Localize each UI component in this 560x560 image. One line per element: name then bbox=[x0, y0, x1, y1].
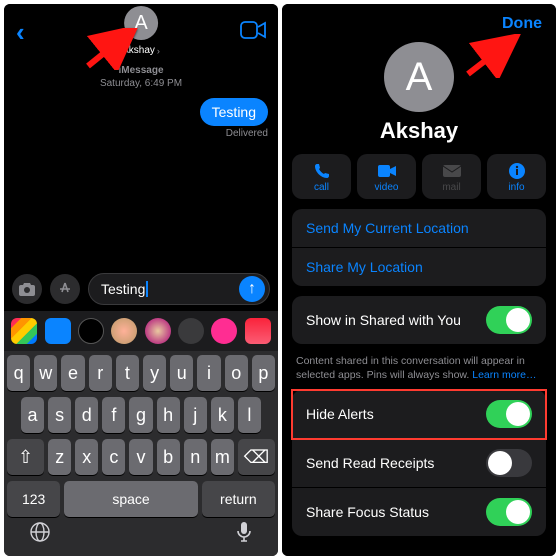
facetime-button[interactable] bbox=[240, 21, 266, 44]
hide-alerts-toggle[interactable] bbox=[486, 400, 532, 428]
contact-header[interactable]: A Akshay› bbox=[122, 6, 160, 58]
space-key[interactable]: space bbox=[64, 481, 197, 517]
hide-alerts-row: Hide Alerts bbox=[292, 390, 546, 439]
app-sticker2-icon[interactable] bbox=[145, 318, 171, 344]
delivery-status: Delivered bbox=[226, 128, 268, 139]
details-scroll[interactable]: call video mail info Send My Current Loc… bbox=[282, 154, 556, 556]
shift-key[interactable]: ⇧ bbox=[7, 439, 44, 475]
shared-toggle[interactable] bbox=[486, 306, 532, 334]
chevron-right-icon: › bbox=[157, 46, 160, 56]
contact-name: Akshay bbox=[122, 45, 155, 56]
key-n[interactable]: n bbox=[184, 439, 207, 475]
mail-icon bbox=[422, 162, 481, 180]
shared-description: Content shared in this conversation will… bbox=[292, 354, 546, 390]
thread-timestamp: iMessage Saturday, 6:49 PM bbox=[14, 64, 268, 90]
key-z[interactable]: z bbox=[48, 439, 71, 475]
phone-icon bbox=[292, 162, 351, 180]
app-store-icon[interactable] bbox=[45, 318, 71, 344]
key-v[interactable]: v bbox=[129, 439, 152, 475]
focus-status-row: Share Focus Status bbox=[292, 488, 546, 536]
numbers-key[interactable]: 123 bbox=[7, 481, 60, 517]
delete-key[interactable]: ⌫ bbox=[238, 439, 275, 475]
action-mail: mail bbox=[422, 154, 481, 199]
key-q[interactable]: q bbox=[7, 355, 30, 391]
key-c[interactable]: c bbox=[102, 439, 125, 475]
key-d[interactable]: d bbox=[75, 397, 98, 433]
video-icon bbox=[357, 162, 416, 180]
message-bubble-outgoing[interactable]: Testing bbox=[200, 98, 268, 126]
back-button[interactable]: ‹ bbox=[16, 17, 25, 48]
app-search-icon[interactable] bbox=[211, 318, 237, 344]
focus-toggle[interactable] bbox=[486, 498, 532, 526]
key-t[interactable]: t bbox=[116, 355, 139, 391]
app-memoji-icon[interactable] bbox=[78, 318, 104, 344]
text-caret bbox=[146, 281, 148, 297]
nav-bar: Done bbox=[282, 4, 556, 38]
send-location-row[interactable]: Send My Current Location bbox=[292, 209, 546, 248]
key-i[interactable]: i bbox=[197, 355, 220, 391]
camera-button[interactable] bbox=[12, 274, 42, 304]
avatar: A bbox=[124, 6, 158, 40]
shared-card: Show in Shared with You bbox=[292, 296, 546, 344]
done-button[interactable]: Done bbox=[502, 15, 542, 33]
read-receipts-row: Send Read Receipts bbox=[292, 439, 546, 488]
shared-with-you-row: Show in Shared with You bbox=[292, 296, 546, 344]
return-key[interactable]: return bbox=[202, 481, 275, 517]
action-call[interactable]: call bbox=[292, 154, 351, 199]
app-sticker-icon[interactable] bbox=[111, 318, 137, 344]
key-u[interactable]: u bbox=[170, 355, 193, 391]
app-photos-icon[interactable] bbox=[11, 318, 37, 344]
key-e[interactable]: e bbox=[61, 355, 84, 391]
app-music-icon[interactable] bbox=[245, 318, 271, 344]
key-b[interactable]: b bbox=[157, 439, 180, 475]
composer-bar: Testing ↑ bbox=[4, 267, 278, 311]
nav-bar: ‹ A Akshay› bbox=[4, 4, 278, 56]
info-icon bbox=[487, 162, 546, 180]
appstore-button[interactable] bbox=[50, 274, 80, 304]
key-y[interactable]: y bbox=[143, 355, 166, 391]
action-video[interactable]: video bbox=[357, 154, 416, 199]
key-j[interactable]: j bbox=[184, 397, 207, 433]
message-thread[interactable]: iMessage Saturday, 6:49 PM Testing Deliv… bbox=[4, 56, 278, 267]
app-audio-icon[interactable] bbox=[178, 318, 204, 344]
key-p[interactable]: p bbox=[252, 355, 275, 391]
key-o[interactable]: o bbox=[225, 355, 248, 391]
location-card: Send My Current Location Share My Locati… bbox=[292, 209, 546, 286]
read-receipts-toggle[interactable] bbox=[486, 449, 532, 477]
avatar[interactable]: A bbox=[384, 42, 454, 112]
imessage-app-rail[interactable] bbox=[4, 311, 278, 351]
contact-name: Akshay bbox=[282, 118, 556, 144]
key-r[interactable]: r bbox=[89, 355, 112, 391]
learn-more-link[interactable]: Learn more… bbox=[472, 369, 536, 381]
contact-hero: A Akshay bbox=[282, 38, 556, 154]
action-info[interactable]: info bbox=[487, 154, 546, 199]
key-h[interactable]: h bbox=[157, 397, 180, 433]
key-l[interactable]: l bbox=[238, 397, 261, 433]
key-m[interactable]: m bbox=[211, 439, 234, 475]
alerts-card: Hide Alerts Send Read Receipts Share Foc… bbox=[292, 390, 546, 536]
key-f[interactable]: f bbox=[102, 397, 125, 433]
key-s[interactable]: s bbox=[48, 397, 71, 433]
quick-actions: call video mail info bbox=[292, 154, 546, 199]
share-location-row[interactable]: Share My Location bbox=[292, 248, 546, 286]
key-x[interactable]: x bbox=[75, 439, 98, 475]
globe-key[interactable] bbox=[29, 521, 51, 548]
key-a[interactable]: a bbox=[21, 397, 44, 433]
send-button[interactable]: ↑ bbox=[239, 276, 265, 302]
keyboard[interactable]: qwertyuiop asdfghjkl ⇧ zxcvbnm ⌫ 123 spa… bbox=[4, 351, 278, 556]
key-g[interactable]: g bbox=[129, 397, 152, 433]
key-w[interactable]: w bbox=[34, 355, 57, 391]
contact-details-screen: Done A Akshay call video mail info bbox=[282, 4, 556, 556]
messages-thread-screen: ‹ A Akshay› iMessage Saturday, 6:49 PM T… bbox=[4, 4, 278, 556]
dictation-key[interactable] bbox=[235, 521, 253, 548]
message-input[interactable]: Testing ↑ bbox=[88, 273, 270, 305]
key-k[interactable]: k bbox=[211, 397, 234, 433]
